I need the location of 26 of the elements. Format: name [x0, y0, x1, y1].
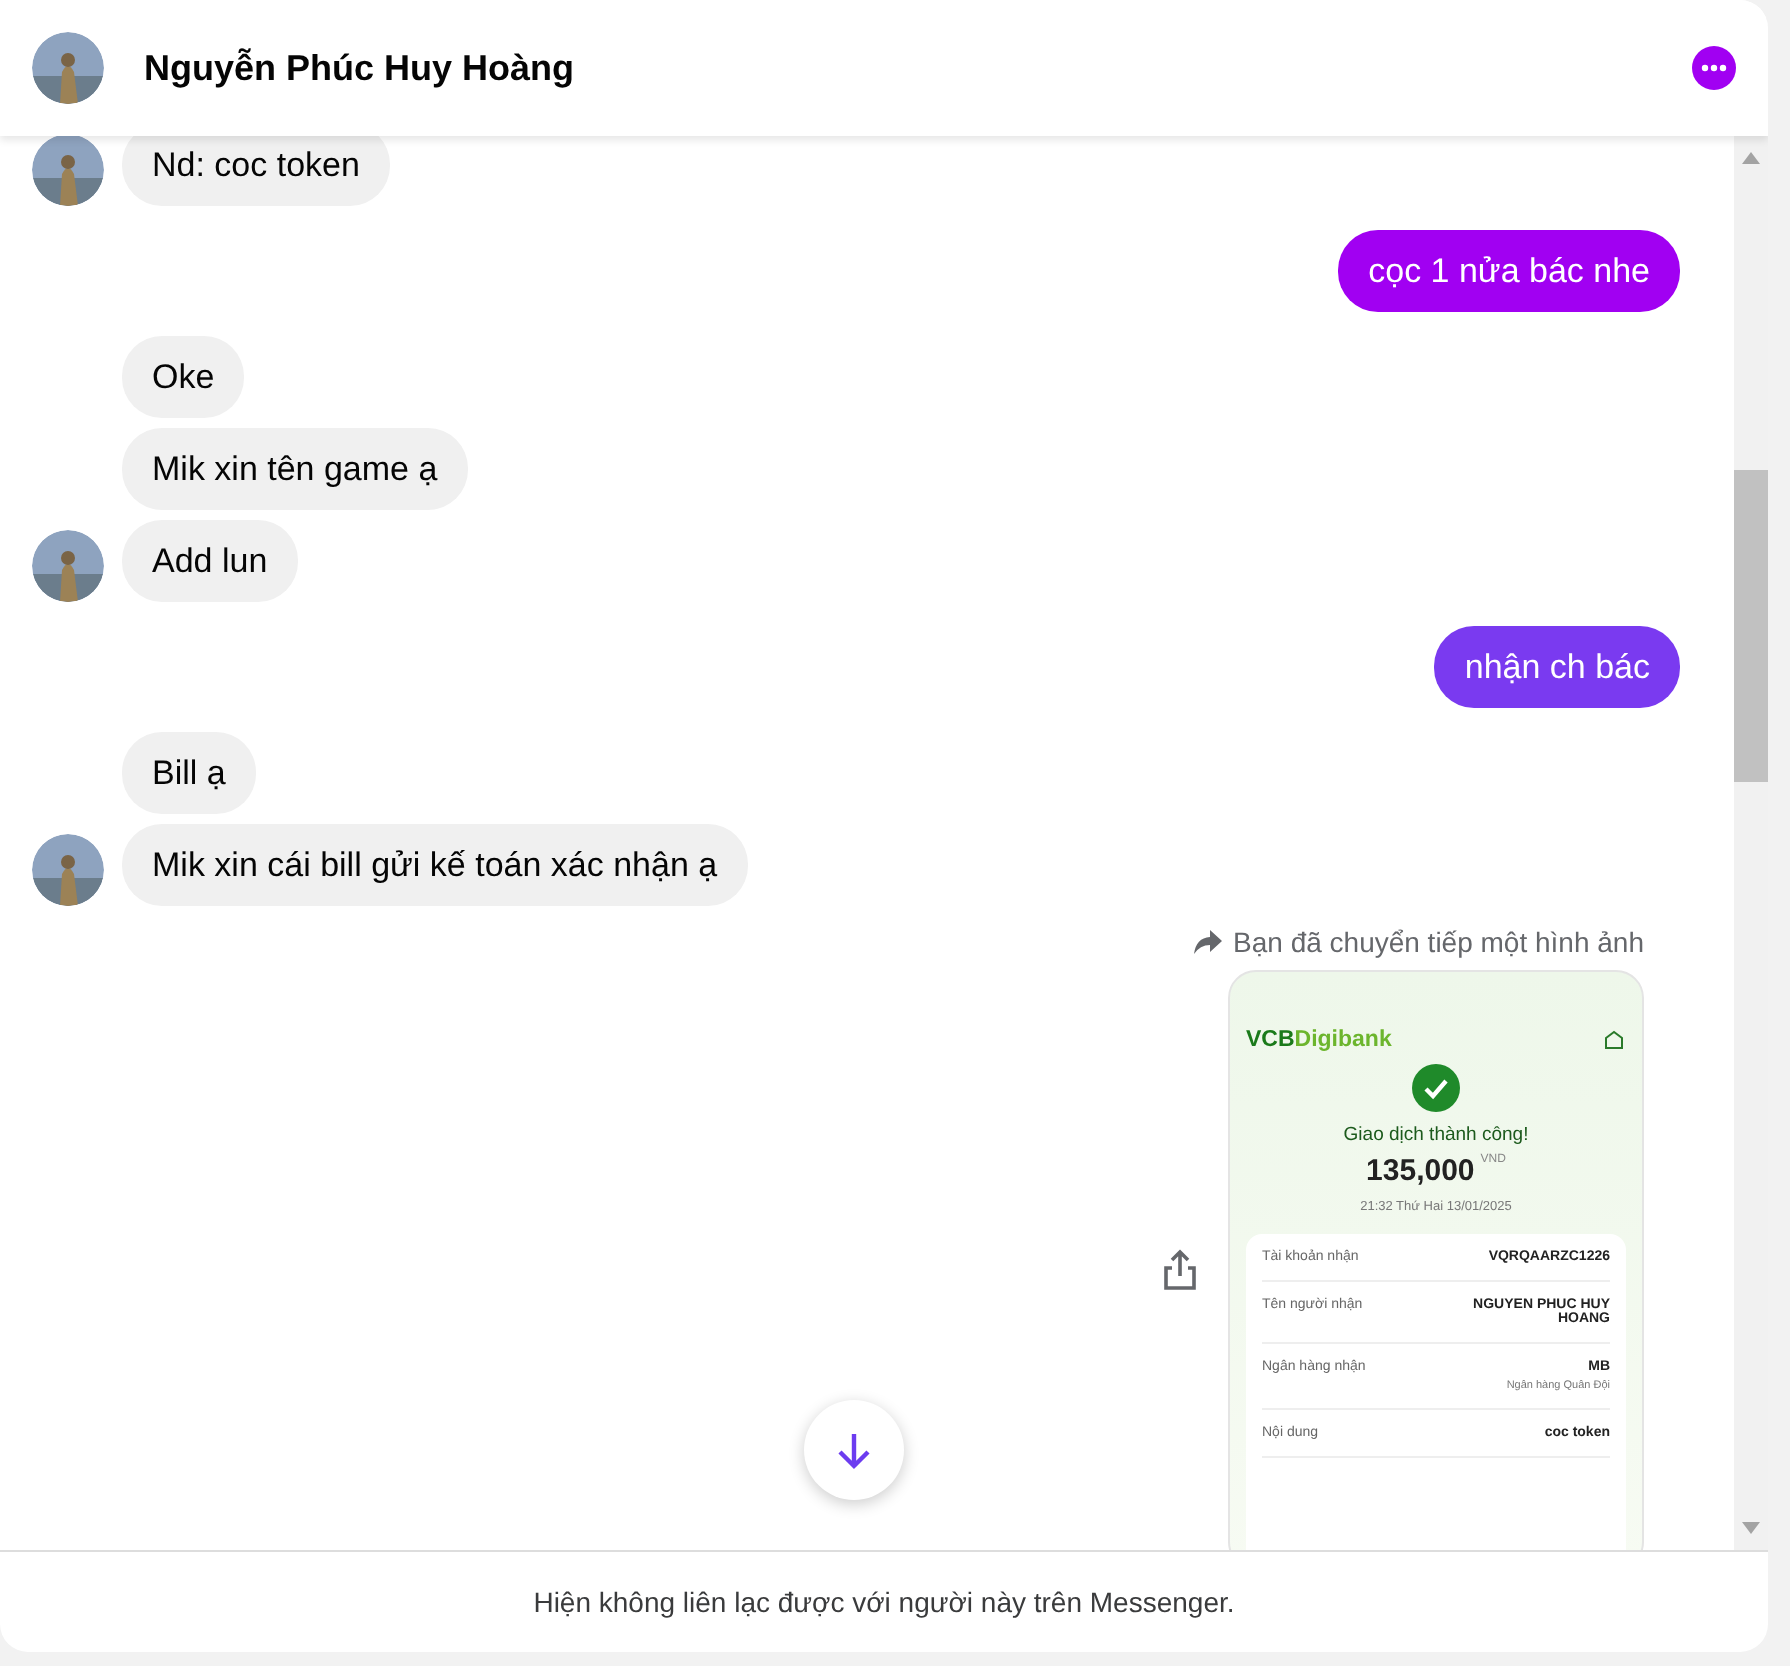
avatar[interactable]	[32, 134, 104, 206]
arrow-down-icon	[832, 1428, 876, 1472]
scroll-to-bottom-button[interactable]	[804, 1400, 904, 1500]
scrollbar-thumb[interactable]	[1734, 470, 1768, 782]
scrollbar[interactable]	[1734, 136, 1768, 1550]
transaction-status: Giao dịch thành công!	[1343, 1124, 1529, 1146]
message-bubble: Mik xin cái bill gửi kế toán xác nhận ạ	[122, 824, 748, 906]
avatar[interactable]	[32, 32, 104, 104]
amount: 135,000	[1366, 1154, 1475, 1188]
home-icon	[1602, 1028, 1626, 1052]
message-bubble: Bill ạ	[122, 732, 256, 814]
forward-note: Bạn đã chuyển tiếp một hình ảnh	[1233, 926, 1644, 958]
avatar[interactable]	[32, 530, 104, 602]
unavailable-notice: Hiện không liên lạc được với người này trên Messenger.	[0, 1550, 1768, 1652]
message-bubble: cọc 1 nửa bác nhe	[1338, 230, 1680, 312]
message-bubble: Add lun	[122, 520, 298, 602]
more-options-icon[interactable]	[1692, 46, 1736, 90]
bank-logo: VCBDigibank	[1246, 1028, 1392, 1052]
message-bubble: Oke	[122, 336, 245, 418]
share-icon[interactable]	[1160, 1248, 1200, 1292]
avatar[interactable]	[32, 834, 104, 906]
message-bubble: Mik xin tên game ạ	[122, 428, 468, 510]
contact-name: Nguyễn Phúc Huy Hoàng	[144, 47, 577, 89]
success-check-icon	[1412, 1064, 1460, 1112]
message-bubble: nhận ch bác	[1434, 626, 1680, 708]
forward-icon	[1191, 928, 1224, 956]
